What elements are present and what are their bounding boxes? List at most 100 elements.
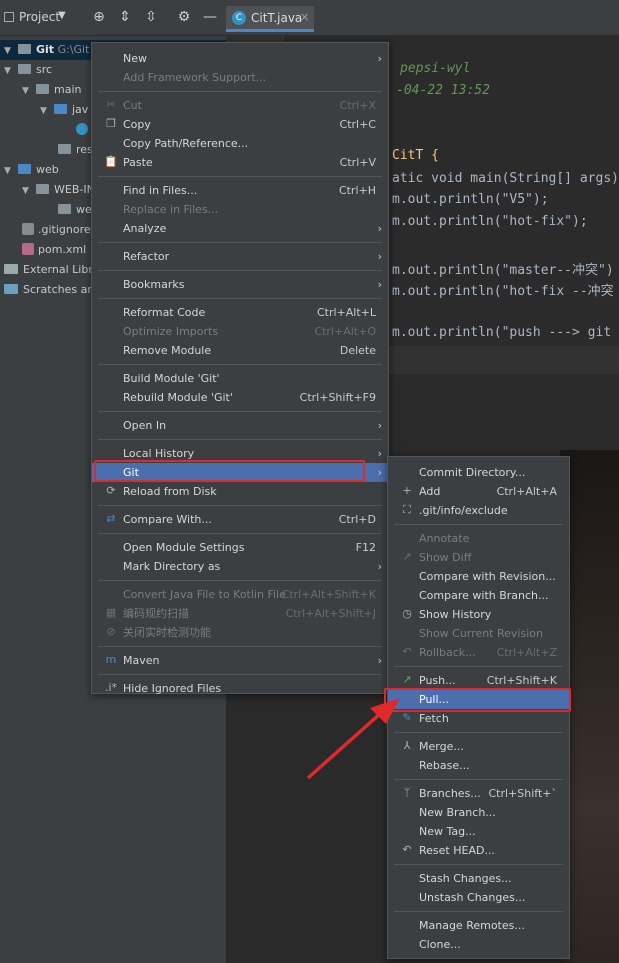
expand-all-icon[interactable]: ⇕	[116, 8, 134, 26]
tree-item-java[interactable]: ▼ jav	[40, 100, 88, 120]
menu-item-bookmarks[interactable]: Bookmarks ›	[92, 275, 388, 294]
tree-item-external-libraries[interactable]: External Libra	[4, 260, 100, 280]
menu-item-merge[interactable]: ⅄ Merge...	[388, 737, 569, 756]
tree-item-src[interactable]: ▼ src	[4, 60, 52, 80]
menu-item-label: Manage Remotes...	[419, 919, 525, 932]
menu-item-label: Reformat Code	[123, 306, 206, 319]
menu-item-open-in[interactable]: Open In ›	[92, 416, 388, 435]
tree-item-web-xml[interactable]: we	[58, 200, 92, 220]
menu-item-label: Copy Path/Reference...	[123, 137, 249, 150]
menu-item-rebuild-module-git[interactable]: Rebuild Module 'Git' Ctrl+Shift+F9	[92, 388, 388, 407]
menu-item-shortcut: Ctrl+D	[338, 513, 376, 526]
editor-tab[interactable]: C CitT.java ✕	[226, 6, 314, 32]
annotation-arrow	[306, 698, 400, 780]
menu-separator	[98, 270, 382, 271]
tree-item-web[interactable]: ▼ web	[4, 160, 59, 180]
menu-item-git-info-exclude[interactable]: ⛶ .git/info/exclude	[388, 501, 569, 520]
diff-icon: ↗	[402, 550, 412, 563]
tree-item-class[interactable]	[76, 120, 92, 140]
menu-item-commit-directory[interactable]: Commit Directory...	[388, 463, 569, 482]
menu-item-label: Optimize Imports	[123, 325, 219, 338]
menu-item-show-history[interactable]: ◷ Show History	[388, 605, 569, 624]
menu-item-reformat-code[interactable]: Reformat Code Ctrl+Alt+L	[92, 303, 388, 322]
menu-item-label: Rebuild Module 'Git'	[123, 391, 233, 404]
menu-item-label: Rebase...	[419, 759, 470, 772]
code-line: CitT {	[392, 148, 439, 163]
menu-item-mark-directory-as[interactable]: Mark Directory as ›	[92, 557, 388, 576]
menu-item-label: Refactor	[123, 250, 170, 263]
menu-item-label: Merge...	[419, 740, 464, 753]
tree-item-main[interactable]: ▼ main	[22, 80, 81, 100]
menu-item-label: Find in Files...	[123, 184, 198, 197]
tree-item-web-inf[interactable]: ▼ WEB-IN	[22, 180, 95, 200]
code-line: m.out.println("master--冲突")	[392, 263, 614, 278]
add-icon: +	[402, 484, 412, 497]
menu-item-unstash-changes[interactable]: Unstash Changes...	[388, 888, 569, 907]
close-icon[interactable]: ✕	[300, 11, 309, 24]
tree-item-gitignore[interactable]: .gitignore	[22, 220, 91, 240]
menu-item-label: Show History	[419, 608, 492, 621]
tree-item-resources[interactable]: res	[58, 140, 93, 160]
menu-item-new-tag[interactable]: New Tag...	[388, 822, 569, 841]
scan-icon: ▦	[105, 606, 117, 619]
menu-item-shortcut: Ctrl+Shift+F9	[299, 391, 376, 404]
gear-icon[interactable]: ⚙	[175, 8, 193, 26]
menu-item-reset-head[interactable]: ↶ Reset HEAD...	[388, 841, 569, 860]
menu-item-build-module-git[interactable]: Build Module 'Git'	[92, 369, 388, 388]
menu-item-add[interactable]: + Add Ctrl+Alt+A	[388, 482, 569, 501]
menu-item-label: Stash Changes...	[419, 872, 512, 885]
menu-item-remove-module[interactable]: Remove Module Delete	[92, 341, 388, 360]
menu-item-shortcut: Ctrl+Alt+O	[314, 325, 376, 338]
chevron-right-icon: ›	[377, 222, 382, 235]
menu-item-analyze[interactable]: Analyze ›	[92, 219, 388, 238]
collapse-all-icon[interactable]: ⇳	[142, 8, 160, 26]
menu-item-copy-path-reference[interactable]: Copy Path/Reference...	[92, 134, 388, 153]
menu-item-label: Show Current Revision	[419, 627, 543, 640]
menu-item-maven[interactable]: m Maven ›	[92, 651, 388, 670]
chevron-down-icon[interactable]: ▼	[58, 10, 66, 21]
menu-item-label: Compare With...	[123, 513, 212, 526]
reload-icon: ⟳	[106, 484, 116, 497]
rollback-icon: ↶	[402, 645, 412, 658]
tree-item-git[interactable]: ▼ Git G:\Git	[4, 40, 89, 60]
menu-item-new-branch[interactable]: New Branch...	[388, 803, 569, 822]
menu-item-label: Bookmarks	[123, 278, 185, 291]
menu-item-label: Maven	[123, 654, 160, 667]
menu-item-stash-changes[interactable]: Stash Changes...	[388, 869, 569, 888]
cut-icon: ✂	[106, 98, 116, 111]
menu-item-compare-with-branch[interactable]: Compare with Branch...	[388, 586, 569, 605]
chevron-right-icon: ›	[377, 560, 382, 573]
tree-item-scratches[interactable]: Scratches and	[4, 280, 101, 300]
minimize-icon[interactable]: —	[201, 8, 219, 26]
menu-item-refactor[interactable]: Refactor ›	[92, 247, 388, 266]
menu-separator	[394, 779, 563, 780]
chevron-right-icon: ›	[377, 466, 382, 479]
menu-item-cut: ✂ Cut Ctrl+X	[92, 96, 388, 115]
menu-item-open-module-settings[interactable]: Open Module Settings F12	[92, 538, 388, 557]
menu-item-copy[interactable]: ❐ Copy Ctrl+C	[92, 115, 388, 134]
menu-item-paste[interactable]: 📋 Paste Ctrl+V	[92, 153, 388, 172]
menu-item-reload-from-disk[interactable]: ⟳ Reload from Disk	[92, 482, 388, 501]
chevron-right-icon: ›	[377, 52, 382, 65]
menu-item-rebase[interactable]: Rebase...	[388, 756, 569, 775]
history-icon: ◷	[402, 607, 412, 620]
tree-item-pom[interactable]: pom.xml	[22, 240, 86, 260]
branch-icon: ᛘ	[403, 786, 411, 799]
menu-item-manage-remotes[interactable]: Manage Remotes...	[388, 916, 569, 935]
menu-item-label: Open Module Settings	[123, 541, 245, 554]
project-view-selector[interactable]: Project	[4, 10, 60, 24]
menu-separator	[98, 505, 382, 506]
menu-item-compare-with-revision[interactable]: Compare with Revision...	[388, 567, 569, 586]
menu-item-shortcut: Ctrl+Alt+Z	[496, 646, 557, 659]
menu-item-find-in-files[interactable]: Find in Files... Ctrl+H	[92, 181, 388, 200]
menu-item-clone[interactable]: Clone...	[388, 935, 569, 954]
paste-icon: 📋	[104, 155, 118, 168]
menu-item-compare-with[interactable]: ⇄ Compare With... Ctrl+D	[92, 510, 388, 529]
disable-icon: ⊘	[106, 625, 116, 638]
code-line: pepsi-wyl	[400, 61, 471, 76]
menu-separator	[394, 732, 563, 733]
menu-item-new[interactable]: New ›	[92, 49, 388, 68]
menu-item-branches[interactable]: ᛘ Branches... Ctrl+Shift+`	[388, 784, 569, 803]
menu-item-label: Rollback...	[419, 646, 476, 659]
locate-icon[interactable]: ⊕	[90, 8, 108, 26]
